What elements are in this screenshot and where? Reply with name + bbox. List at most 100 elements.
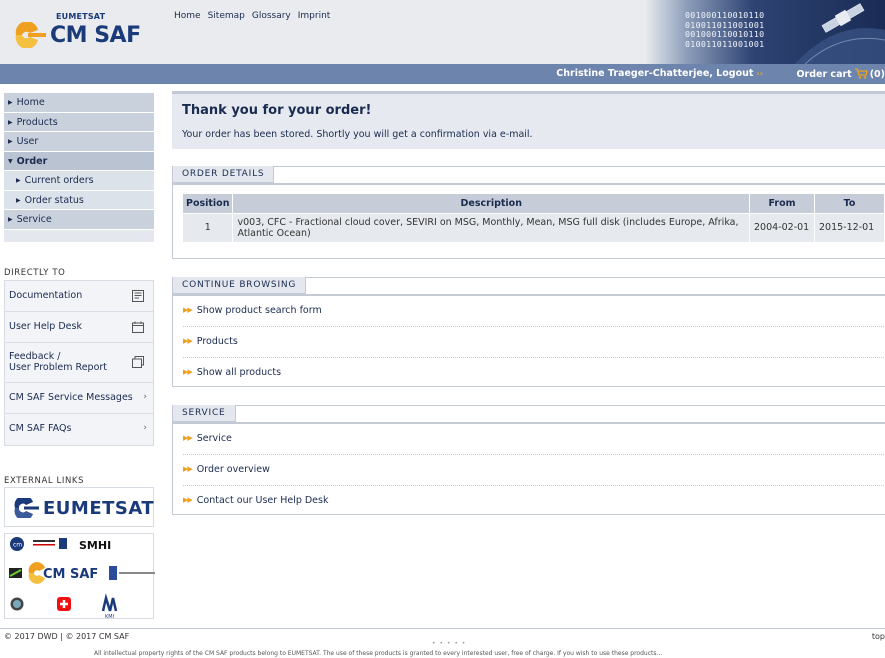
double-arrow-icon: ▶▶	[183, 496, 193, 504]
user-name-logout: Christine Traeger-Chatterjee, Logout	[556, 68, 754, 79]
triangle-right-icon: ▶	[16, 177, 21, 184]
nav-imprint-link[interactable]: Imprint	[298, 11, 331, 21]
svg-text:SMHI: SMHI	[79, 539, 111, 552]
sidebar-item-label: Order status	[24, 194, 84, 206]
binary-text: 001000110010110 010011011001001 00100011…	[685, 10, 765, 49]
footer-legal-text: All intellectual property rights of the …	[94, 650, 663, 657]
chevron-right-icon: ›	[143, 423, 147, 433]
triangle-right-icon: ▶	[8, 138, 13, 145]
table-row: 1 v003, CFC - Fractional cloud cover, SE…	[183, 212, 885, 242]
external-links-heading: EXTERNAL LINKS	[4, 476, 85, 486]
column-header-from: From	[749, 194, 815, 213]
continue-browsing-panel: CONTINUE BROWSING ▶▶ Show product search …	[172, 277, 885, 387]
sidebar-item-service[interactable]: ▶ Service	[4, 210, 154, 230]
cmsaf-logo-mark-icon	[15, 22, 46, 48]
partner-logos-graphic: cm SMHI CM SAF KMI	[9, 537, 155, 620]
show-all-products-link[interactable]: ▶▶ Show all products	[183, 358, 885, 389]
page-title: Thank you for your order!	[182, 103, 372, 118]
order-details-tab: ORDER DETAILS	[173, 166, 275, 183]
service-tab: SERVICE	[173, 405, 236, 422]
svg-text:KMI: KMI	[105, 614, 114, 620]
column-header-position: Position	[183, 194, 234, 213]
order-overview-link[interactable]: ▶▶ Order overview	[183, 455, 885, 486]
column-header-to: To	[814, 194, 885, 213]
user-bar: Christine Traeger-Chatterjee, Logout ›› O…	[0, 64, 885, 84]
eumetsat-logo-mark-icon	[14, 498, 39, 518]
triangle-right-icon: ▶	[8, 118, 13, 126]
nav-home-link[interactable]: Home	[174, 11, 201, 21]
binary-line: 010011011001001	[685, 38, 765, 49]
service-link[interactable]: ▶▶ Service	[183, 424, 885, 455]
documentation-label: Documentation	[9, 290, 83, 301]
triangle-right-icon: ▶	[8, 99, 13, 106]
header-banner: 001000110010110 010011011001001 00100011…	[645, 0, 885, 64]
sidebar-item-products[interactable]: ▶ Products	[4, 112, 154, 132]
logo-cmsaf-text: CM SAF	[50, 23, 141, 48]
triangle-down-icon: ▼	[8, 157, 13, 165]
user-help-desk-label: User Help Desk	[9, 321, 82, 332]
double-arrow-icon: ▶▶	[183, 368, 193, 376]
sidebar-item-label: User	[16, 136, 39, 147]
cmsaf-partner-logo: cm SMHI	[10, 537, 111, 552]
link-label: Show all products	[196, 367, 282, 378]
double-arrow-icon: ▶▶	[183, 306, 193, 314]
nav-sitemap-link[interactable]: Sitemap	[208, 11, 245, 21]
site-header: EUMETSAT CM SAF Home Sitemap Glossary Im…	[0, 0, 885, 64]
feedback-link[interactable]: Feedback / User Problem Report	[5, 343, 153, 383]
directly-to-box: Documentation User Help Desk Feedback / …	[4, 280, 154, 446]
back-to-top-link[interactable]: top	[872, 632, 885, 641]
cell-to: 2015-12-01	[814, 212, 885, 242]
triangle-right-icon: ▶	[8, 216, 13, 223]
double-arrow-icon: ▶▶	[183, 434, 193, 442]
cmsaf-logo[interactable]: EUMETSAT CM SAF	[14, 10, 154, 56]
sidebar-item-home[interactable]: ▶ Home	[4, 93, 154, 113]
svg-text:cm: cm	[13, 542, 22, 549]
cmsaf-climate-logo: CM SAF	[9, 562, 155, 584]
nav-glossary-link[interactable]: Glossary	[252, 11, 291, 21]
link-label: Order overview	[196, 464, 270, 475]
order-cart-label: Order cart	[796, 69, 852, 80]
logo-eumetsat-text: EUMETSAT	[56, 12, 106, 21]
satellite-icon	[795, 3, 885, 64]
helpdesk-icon	[132, 321, 144, 333]
link-label: Contact our User Help Desk	[196, 495, 329, 506]
directly-to-heading: DIRECTLY TO	[4, 268, 66, 278]
thank-you-box: Thank you for your order! Your order has…	[172, 91, 885, 149]
footer-dots: • • • • •	[432, 640, 467, 647]
faqs-link[interactable]: CM SAF FAQs ›	[5, 414, 153, 445]
sidebar-item-label: Order	[16, 155, 48, 167]
sidebar-item-current-orders[interactable]: ▶ Current orders	[4, 171, 154, 191]
link-label: Service	[196, 433, 232, 444]
eumetsat-logo-text: EUMETSAT	[43, 498, 155, 519]
double-arrow-icon: ››	[756, 69, 763, 78]
document-icon	[132, 290, 144, 302]
sidebar-item-order-status[interactable]: ▶ Order status	[4, 190, 154, 210]
show-product-search-form-link[interactable]: ▶▶ Show product search form	[183, 296, 885, 327]
sidebar-item-label: Service	[16, 214, 52, 225]
sidebar-item-label: Current orders	[24, 175, 94, 186]
table-header-row: Position Description From To	[183, 194, 885, 213]
feedback-icon	[132, 356, 144, 368]
partner-logos: cm SMHI CM SAF KMI	[4, 533, 155, 620]
cell-description: v003, CFC - Fractional cloud cover, SEVI…	[232, 212, 751, 242]
contact-help-desk-link[interactable]: ▶▶ Contact our User Help Desk	[183, 486, 885, 517]
kmi-partner-logo: KMI	[10, 593, 118, 620]
eumetsat-link[interactable]: EUMETSAT	[4, 487, 154, 527]
sidebar-menu: ▶ Home ▶ Products ▶ User ▼ Order ▶ Current or…	[4, 93, 154, 242]
order-cart-count: (0)	[869, 69, 885, 80]
sidebar-item-user[interactable]: ▶ User	[4, 132, 154, 152]
cell-position: 1	[183, 212, 234, 242]
confirmation-message: Your order has been stored. Shortly you …	[182, 129, 533, 140]
top-navigation: Home Sitemap Glossary Imprint	[174, 11, 330, 21]
documentation-link[interactable]: Documentation	[5, 281, 153, 312]
logout-link[interactable]: Christine Traeger-Chatterjee, Logout ››	[556, 68, 763, 79]
footer-copyright: © 2017 DWD | © 2017 CM SAF	[4, 632, 130, 641]
faqs-label: CM SAF FAQs	[9, 423, 72, 434]
footer-divider	[0, 628, 885, 629]
order-cart-link[interactable]: Order cart (0)	[796, 68, 885, 80]
products-link[interactable]: ▶▶ Products	[183, 327, 885, 358]
service-messages-link[interactable]: CM SAF Service Messages ›	[5, 383, 153, 414]
triangle-right-icon: ▶	[16, 196, 21, 204]
sidebar-item-order[interactable]: ▼ Order	[4, 151, 154, 171]
user-help-desk-link[interactable]: User Help Desk	[5, 312, 153, 343]
